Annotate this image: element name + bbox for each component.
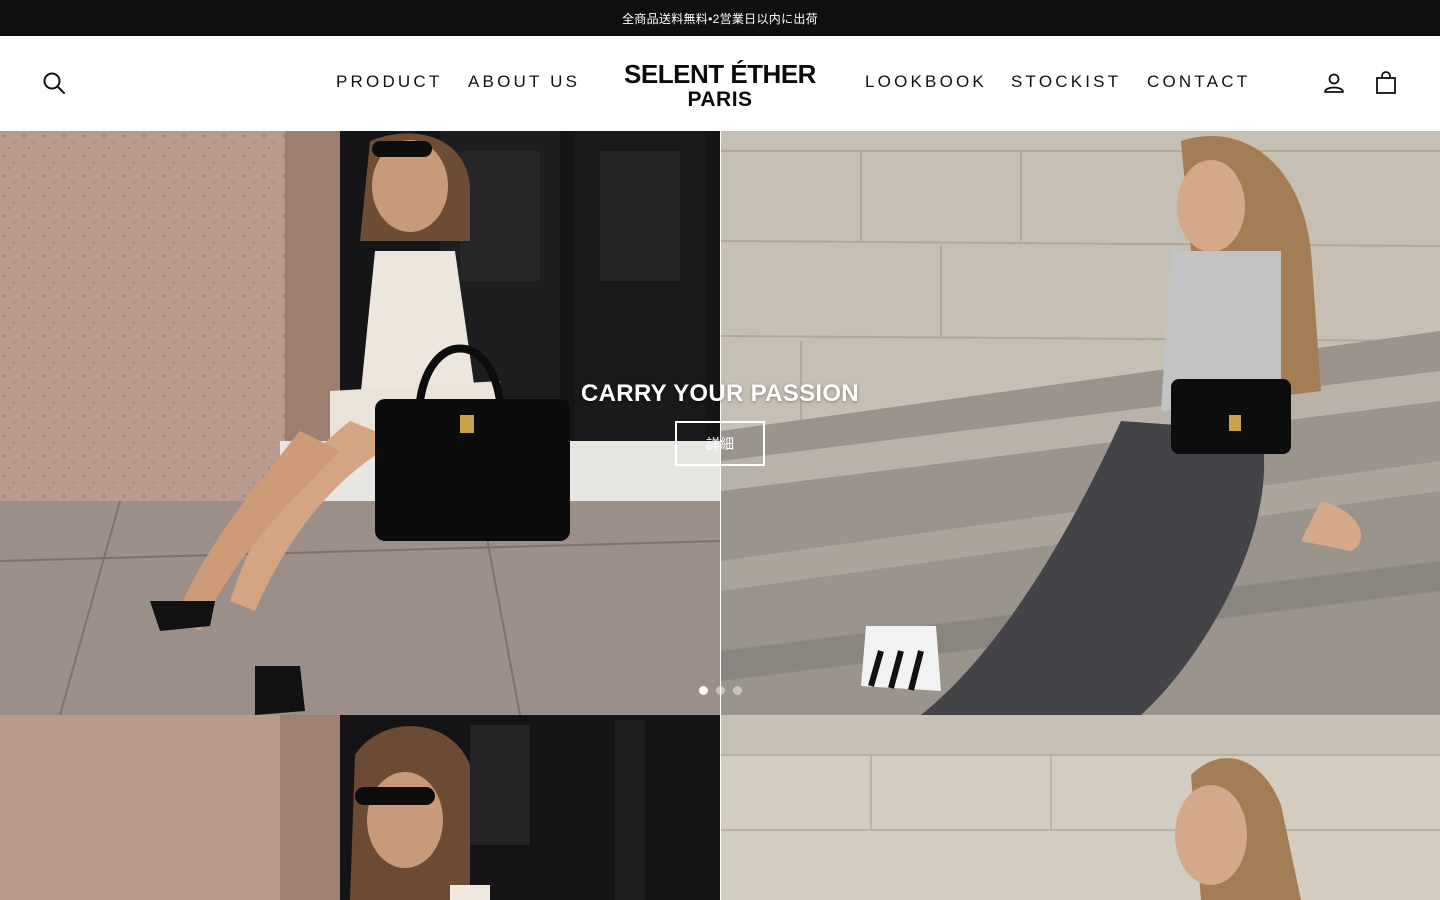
gallery-image-right[interactable] — [721, 715, 1440, 900]
announcement-bar: 全商品送料無料•2営業日以内に出荷 — [0, 0, 1440, 36]
nav-product[interactable]: PRODUCT — [336, 72, 442, 92]
nav-stockist[interactable]: STOCKIST — [1011, 72, 1121, 92]
hero-slideshow: CARRY YOUR PASSION 詳細 — [0, 131, 1440, 715]
account-button[interactable] — [1318, 67, 1350, 99]
shopping-bag-icon — [1376, 71, 1396, 94]
hero-details-button[interactable]: 詳細 — [675, 421, 765, 466]
slide-dot-2[interactable] — [716, 685, 725, 695]
logo-wordmark: SELENT ÉTHER — [624, 59, 816, 89]
slide-dot-1[interactable] — [699, 685, 708, 695]
slide-dot-3[interactable] — [733, 685, 742, 695]
user-icon — [1324, 73, 1344, 93]
site-logo[interactable]: SELENT ÉTHER PARIS — [600, 56, 840, 116]
slideshow-pagination — [699, 684, 742, 696]
gallery-section — [0, 715, 1440, 900]
search-icon — [43, 72, 65, 94]
nav-about-us[interactable]: ABOUT US — [468, 72, 580, 92]
hero-title: CARRY YOUR PASSION — [581, 380, 859, 407]
nav-lookbook[interactable]: LOOKBOOK — [865, 72, 987, 92]
hero-caption: CARRY YOUR PASSION 詳細 — [520, 376, 920, 476]
gallery-image-left[interactable] — [0, 715, 720, 900]
announcement-text: 全商品送料無料•2営業日以内に出荷 — [622, 11, 818, 26]
search-button[interactable] — [38, 67, 70, 99]
cart-button[interactable] — [1370, 67, 1402, 99]
site-header: PRODUCT ABOUT US SELENT ÉTHER PARIS LOOK… — [0, 36, 1440, 131]
logo-subline: PARIS — [687, 88, 753, 111]
nav-contact[interactable]: CONTACT — [1147, 72, 1250, 92]
